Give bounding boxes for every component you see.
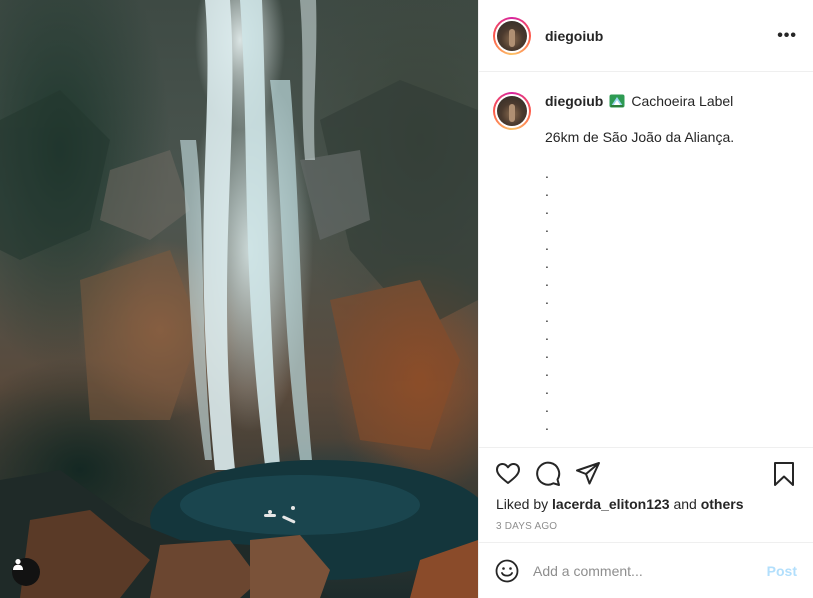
comment-input[interactable] <box>533 562 767 579</box>
caption-location: Cachoeira Label <box>631 93 734 109</box>
waterfall-illustration <box>0 0 478 598</box>
likes-prefix: Liked by <box>496 496 549 512</box>
caption-body: diegoiub Cachoeira Label 26km de São Joã… <box>545 92 797 447</box>
caption-dot: . <box>545 381 549 397</box>
caption-dot: . <box>545 165 549 181</box>
caption-dot: . <box>545 273 549 289</box>
post-details-panel: diegoiub ••• diegoiub Cachoeira Label 26… <box>478 0 813 598</box>
caption-text: 26km de São João da Aliança. <box>545 129 735 145</box>
avatar <box>497 20 527 51</box>
like-heart-icon[interactable] <box>495 461 521 487</box>
avatar-story-ring[interactable] <box>493 16 531 55</box>
action-bar <box>479 452 813 496</box>
post-timestamp[interactable]: 3 DAYS AGO <box>479 512 813 532</box>
caption-dot: . <box>545 201 549 217</box>
caption-dot: . <box>545 255 549 271</box>
more-options-icon[interactable]: ••• <box>777 27 797 45</box>
comment-composer: Post <box>479 542 813 598</box>
national-park-emoji-icon <box>609 94 625 108</box>
post-header: diegoiub ••• <box>479 0 813 72</box>
caption-dot: . <box>545 327 549 343</box>
liked-by-others-link[interactable]: others <box>701 496 744 512</box>
caption-dot: . <box>545 237 549 253</box>
comment-bubble-icon[interactable] <box>535 461 561 487</box>
caption-dot: . <box>545 363 549 379</box>
liked-by-user-link[interactable]: lacerda_eliton123 <box>552 496 670 512</box>
save-bookmark-icon[interactable] <box>771 461 797 487</box>
caption-dot: . <box>545 399 549 415</box>
caption-dot: . <box>545 309 549 325</box>
share-paper-plane-icon[interactable] <box>575 461 601 487</box>
caption-dot: . <box>545 291 549 307</box>
likes-summary: Liked by lacerda_eliton123 and others <box>479 496 813 512</box>
caption-section: diegoiub Cachoeira Label 26km de São Joã… <box>479 72 813 448</box>
person-icon <box>13 559 23 570</box>
caption-dot: . <box>545 345 549 361</box>
likes-joiner: and <box>673 496 697 512</box>
caption-dot: . <box>545 183 549 199</box>
post-photo[interactable] <box>0 0 478 598</box>
post-comment-button[interactable]: Post <box>767 563 797 579</box>
author-username[interactable]: diegoiub <box>545 28 777 44</box>
caption-avatar <box>497 96 527 126</box>
tagged-users-button[interactable] <box>12 558 40 586</box>
caption-dot: . <box>545 219 549 235</box>
caption-dot: . <box>545 417 549 433</box>
caption-dots: . . . . . . . . . . . . . . . <box>545 164 797 434</box>
caption-username[interactable]: diegoiub <box>545 92 603 110</box>
caption-avatar-ring[interactable] <box>493 92 531 130</box>
emoji-smiley-icon[interactable] <box>495 559 519 583</box>
